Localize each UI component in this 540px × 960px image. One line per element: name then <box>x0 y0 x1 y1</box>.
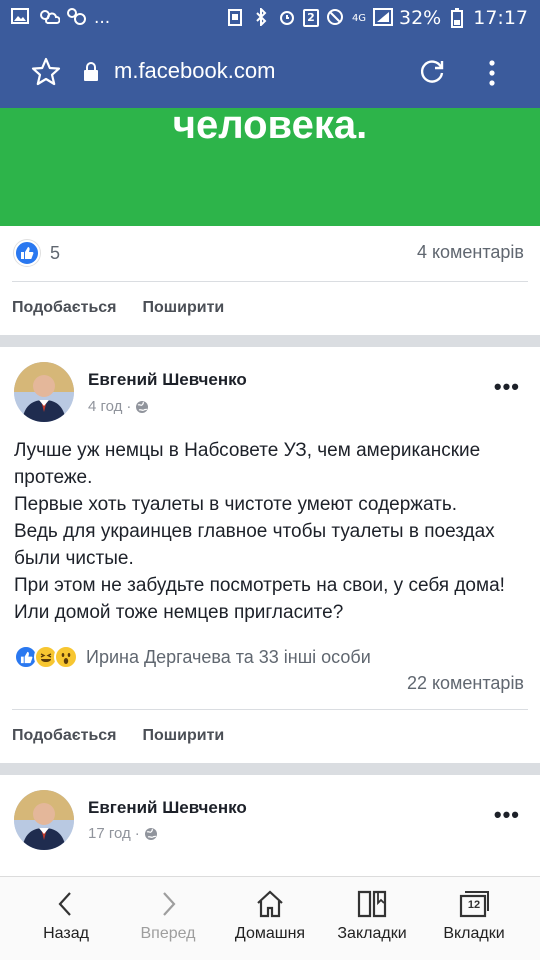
home-icon <box>257 890 283 918</box>
wow-reaction-icon <box>54 645 78 669</box>
author-name[interactable]: Евгений Шевченко <box>88 370 247 390</box>
post-line: Ведь для украинцев главное чтобы туалеты… <box>14 521 495 569</box>
share-button[interactable]: Поширити <box>143 299 225 317</box>
more-options-icon[interactable]: ••• <box>494 802 520 828</box>
divider <box>12 709 528 710</box>
globe-icon <box>144 827 158 841</box>
time-separator: · <box>126 398 132 415</box>
time-separator: · <box>134 825 140 842</box>
nav-back-button[interactable]: Назад <box>12 877 120 960</box>
post-actions: Подобається Поширити <box>12 299 224 317</box>
reaction-summary[interactable]: Ирина Дергачева та 33 інші особи <box>14 645 371 669</box>
post-separator <box>0 763 540 775</box>
post-line: Первые хоть туалеты в чистоте умеют соде… <box>14 494 458 515</box>
do-not-disturb-icon <box>325 8 345 28</box>
battery-icon <box>447 8 467 28</box>
post-time-text: 4 год <box>88 398 123 415</box>
network-label: 4G <box>351 12 367 24</box>
browser-toolbar: m.facebook.com <box>0 38 540 108</box>
notification-icon <box>66 8 86 28</box>
signal-icon <box>373 8 393 28</box>
nav-label: Вкладки <box>443 925 505 942</box>
post-actions: Подобається Поширити <box>12 727 224 745</box>
more-notifications-icon: ... <box>94 8 111 28</box>
nav-label: Вперед <box>140 925 196 942</box>
status-bar: ... 2 4G 32% 17:17 <box>0 0 540 38</box>
reaction-names: Ирина Дергачева та 33 інші особи <box>86 646 371 667</box>
like-count: 5 <box>50 242 61 263</box>
comments-count[interactable]: 4 коментарів <box>417 242 524 263</box>
post-time-text: 17 год <box>88 825 131 842</box>
lock-icon <box>82 62 100 82</box>
nav-label: Закладки <box>337 925 407 942</box>
sim-badge: 2 <box>303 9 319 27</box>
weather-icon <box>38 8 61 28</box>
post-body: Лучше уж немцы в Набсовете УЗ, чем амери… <box>14 437 529 626</box>
avatar[interactable] <box>14 362 74 422</box>
like-button[interactable]: Подобається <box>12 299 117 317</box>
bookmarks-icon <box>357 890 387 918</box>
image-icon <box>10 8 30 28</box>
nav-label: Назад <box>43 925 89 942</box>
post-line: При этом не забудьте посмотреть на свои,… <box>14 575 505 623</box>
nav-forward-button[interactable]: Вперед <box>114 877 222 960</box>
post-separator <box>0 335 540 347</box>
more-options-icon[interactable]: ••• <box>494 374 520 400</box>
browser-bottom-nav: Назад Вперед Домашня Закладки 12 Вкладки <box>0 876 540 960</box>
forward-icon <box>163 892 176 916</box>
star-icon[interactable] <box>30 56 62 88</box>
nav-home-button[interactable]: Домашня <box>216 877 324 960</box>
clock: 17:17 <box>473 7 528 29</box>
comments-count[interactable]: 22 коментарів <box>407 673 524 694</box>
share-button[interactable]: Поширити <box>143 727 225 745</box>
avatar[interactable] <box>14 790 74 850</box>
nav-bookmarks-button[interactable]: Закладки <box>318 877 426 960</box>
menu-icon[interactable] <box>482 58 502 88</box>
post-image-banner[interactable]: человека. <box>0 103 540 226</box>
battery-percent: 32% <box>399 7 442 29</box>
post-line: Лучше уж немцы в Набсовете УЗ, чем амери… <box>14 440 481 488</box>
post-time: 4 год · <box>88 398 149 415</box>
alarm-icon <box>277 8 297 28</box>
banner-text: человека. <box>172 103 368 147</box>
nav-tabs-button[interactable]: 12 Вкладки <box>420 877 528 960</box>
author-name[interactable]: Евгений Шевченко <box>88 798 247 818</box>
nav-label: Домашня <box>234 925 306 942</box>
like-button[interactable]: Подобається <box>12 727 117 745</box>
back-icon <box>58 892 71 916</box>
post-time: 17 год · <box>88 825 158 842</box>
bluetooth-icon <box>251 6 271 28</box>
divider <box>12 281 528 282</box>
recycle-icon <box>225 8 245 28</box>
like-reaction-icon <box>14 240 40 266</box>
url-field[interactable]: m.facebook.com <box>114 58 275 84</box>
globe-icon <box>135 400 149 414</box>
reload-icon[interactable] <box>417 56 447 86</box>
reaction-summary[interactable]: 5 <box>14 240 60 266</box>
tabs-count: 12 <box>467 899 481 911</box>
